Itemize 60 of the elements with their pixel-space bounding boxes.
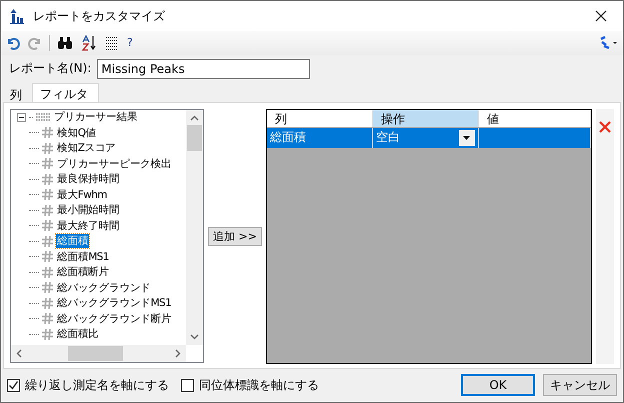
horizontal-scrollbar[interactable] (11, 344, 186, 362)
hash-icon (42, 158, 53, 170)
window-title: レポートをカスタマイズ (33, 8, 165, 24)
dialog-button[interactable]: OK (461, 374, 535, 396)
hash-icon (42, 298, 53, 309)
table-cell: 総面積 (270, 129, 306, 146)
scroll-thumb[interactable] (68, 346, 123, 361)
hash-icon (42, 251, 53, 262)
hash-icon (42, 236, 53, 247)
tree-item[interactable]: 最小開始時間 (56, 203, 120, 218)
tree-item[interactable]: 総面積比 (56, 327, 100, 342)
dialog-button[interactable]: キャンセル (543, 374, 617, 396)
tree-item[interactable]: 最大終了時間 (56, 218, 120, 233)
hash-icon (42, 282, 53, 294)
hash-icon (42, 189, 53, 200)
hash-icon (42, 313, 53, 324)
delete-icon[interactable] (599, 120, 611, 133)
column-header[interactable]: 操作 (372, 110, 479, 127)
sort-icon[interactable] (80, 34, 98, 51)
report-name-field[interactable]: Missing Peaks (97, 58, 310, 79)
hash-icon (42, 328, 53, 340)
checkbox-label: 繰り返し測定名を軸にする (25, 376, 169, 394)
add-button[interactable]: 追加 >> (208, 226, 262, 246)
hash-icon (42, 220, 53, 232)
checkbox[interactable] (181, 378, 194, 392)
close-icon[interactable] (595, 10, 607, 22)
grid-row[interactable]: 総面積 空白 (266, 128, 591, 149)
tree-item[interactable]: 最良保持時間 (56, 172, 120, 186)
chart-icon (9, 8, 25, 24)
undo-icon[interactable] (5, 36, 21, 50)
tree-item[interactable]: 総面積 (56, 234, 90, 248)
tree-item[interactable]: 総面積MS1 (56, 250, 110, 264)
tab[interactable]: フィルタ (32, 82, 99, 102)
tree-item[interactable]: プリカーサーピーク検出 (56, 156, 172, 171)
table-cell: 空白 (376, 129, 400, 146)
vertical-scrollbar[interactable] (186, 110, 203, 345)
hash-icon (42, 174, 53, 185)
list-icon[interactable] (104, 36, 120, 50)
hash-icon (42, 142, 53, 154)
tree-item[interactable]: 最大Fwhm (56, 188, 108, 202)
hash-icon (42, 204, 53, 216)
tree-item[interactable]: 検知Zスコア (56, 141, 117, 156)
checkbox[interactable] (7, 378, 20, 392)
tree-item[interactable]: 総バックグラウンドMS1 (56, 296, 172, 310)
tree-item[interactable]: プリカーサー結果 (53, 110, 138, 124)
tree-item[interactable]: 総バックグラウンド (56, 280, 152, 295)
tree-item[interactable]: 総面積断片 (56, 265, 110, 280)
scroll-thumb[interactable] (187, 124, 202, 151)
help-button[interactable]: ? (126, 36, 134, 50)
binoculars-icon[interactable] (56, 36, 74, 50)
tree-item[interactable]: 検知Q値 (56, 126, 97, 140)
column-header[interactable]: 値 (478, 110, 591, 127)
hash-icon (42, 127, 53, 138)
hash-icon (42, 266, 53, 278)
report-name-label: レポート名(N): (9, 60, 92, 78)
table-icon (36, 113, 50, 122)
tab[interactable]: 列 (3, 84, 32, 102)
collapse-icon[interactable] (17, 112, 26, 122)
tree-item[interactable]: 総バックグラウンド断片 (56, 312, 172, 326)
checkbox-label: 同位体標識を軸にする (199, 376, 319, 394)
